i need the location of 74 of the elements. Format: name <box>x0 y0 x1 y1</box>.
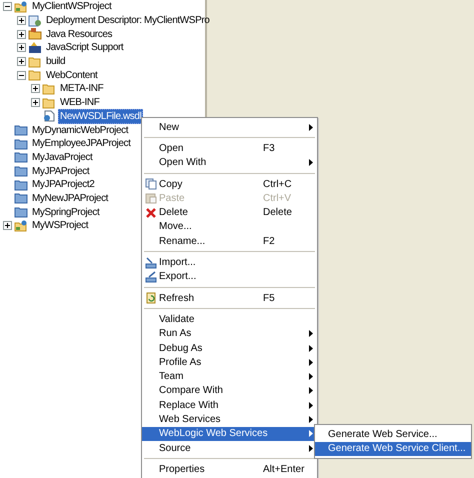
folder-icon <box>28 69 42 82</box>
menu-item[interactable]: Open With <box>142 156 317 170</box>
folder-icon <box>14 165 28 178</box>
expand-icon[interactable] <box>3 221 12 230</box>
folder-icon <box>14 178 28 191</box>
copy-icon <box>145 178 157 190</box>
menu-item[interactable]: Validate <box>142 312 317 327</box>
folder-icon <box>28 56 42 68</box>
menu-item[interactable]: Source <box>142 440 317 456</box>
tree-item[interactable]: MyJPAProject2 <box>30 177 96 192</box>
menu-item[interactable]: Move... <box>142 220 317 234</box>
tree-item[interactable]: JavaScript Support <box>44 40 126 56</box>
expand-icon[interactable] <box>17 30 26 39</box>
folder-icon <box>14 192 28 204</box>
expand-icon[interactable] <box>31 98 40 108</box>
jar-icon <box>28 28 42 40</box>
tree-item[interactable]: META-INF <box>58 81 106 96</box>
tree-item[interactable]: MyClientWSProject <box>30 0 114 14</box>
refresh-icon <box>145 292 157 304</box>
tree-item[interactable]: MyJavaProject <box>30 150 94 165</box>
menu-item[interactable]: Web Services <box>142 412 317 427</box>
tree-item[interactable]: NewWSDLFile.wsdl <box>58 108 144 124</box>
expand-icon[interactable] <box>17 43 26 52</box>
tree-item[interactable]: MyNewJPAProject <box>30 190 110 206</box>
menu-item[interactable]: New <box>142 120 317 134</box>
menu-item[interactable]: Generate Web Service... <box>315 427 471 442</box>
paste-icon <box>145 192 157 204</box>
menu-item[interactable]: Open F3 <box>142 141 317 156</box>
menu-item[interactable]: Run As <box>142 326 317 341</box>
collapse-icon[interactable] <box>17 70 26 80</box>
menu-item[interactable]: Compare With <box>142 384 317 398</box>
menu-item[interactable]: Debug As <box>142 340 317 356</box>
descriptor-icon <box>28 14 42 27</box>
menu-item[interactable]: Team <box>142 369 317 384</box>
folder-icon <box>14 206 28 218</box>
menu-item[interactable]: Refresh F5 <box>142 290 317 306</box>
tree-item[interactable]: Java Resources <box>44 26 114 42</box>
tree-item[interactable]: Deployment Descriptor: MyClientWSPro <box>44 13 212 28</box>
tree-item[interactable]: WEB-INF <box>58 95 102 110</box>
menu-item[interactable]: Delete Delete <box>142 205 317 220</box>
tree-item[interactable]: build <box>44 54 68 70</box>
expand-icon[interactable] <box>17 16 26 26</box>
menu-item[interactable]: Properties Alt+Enter <box>142 462 317 477</box>
folder-icon <box>14 124 28 136</box>
tree-item[interactable]: MyEmployeeJPAProject <box>30 136 133 152</box>
library-icon <box>28 42 42 54</box>
folder-icon <box>14 138 28 150</box>
menu-item[interactable]: Profile As <box>142 355 317 370</box>
project-icon <box>14 0 28 13</box>
menu-item[interactable]: Import... <box>142 255 317 270</box>
menu-item[interactable]: Generate Web Service Client... <box>315 442 471 456</box>
menu-item[interactable]: WebLogic Web Services <box>142 426 317 441</box>
submenu-arrow-icon <box>309 124 313 131</box>
menu-item[interactable]: Rename... F2 <box>142 234 317 248</box>
tree-item[interactable]: MySpringProject <box>30 204 102 220</box>
menu-item[interactable]: Export... <box>142 270 317 284</box>
folder-icon <box>42 96 56 109</box>
menu-item[interactable]: Replace With <box>142 398 317 412</box>
tree-item[interactable]: MyWSProject <box>30 218 90 234</box>
tree-item[interactable]: WebContent <box>44 68 100 83</box>
folder-icon <box>14 151 28 164</box>
wsdl-file-icon <box>42 110 56 122</box>
collapse-icon[interactable] <box>3 2 12 12</box>
submenu-arrow-icon <box>309 159 313 166</box>
tree-item[interactable]: MyJPAProject <box>30 164 92 179</box>
project-icon <box>14 220 28 232</box>
export-icon <box>145 270 157 283</box>
folder-icon <box>42 82 56 95</box>
expand-icon[interactable] <box>17 57 26 66</box>
menu-item[interactable]: Copy Ctrl+C <box>142 176 317 192</box>
tree-item[interactable]: MyDynamicWebProject <box>30 122 130 138</box>
expand-icon[interactable] <box>31 84 40 94</box>
import-icon <box>145 256 157 269</box>
delete-icon <box>145 206 157 219</box>
